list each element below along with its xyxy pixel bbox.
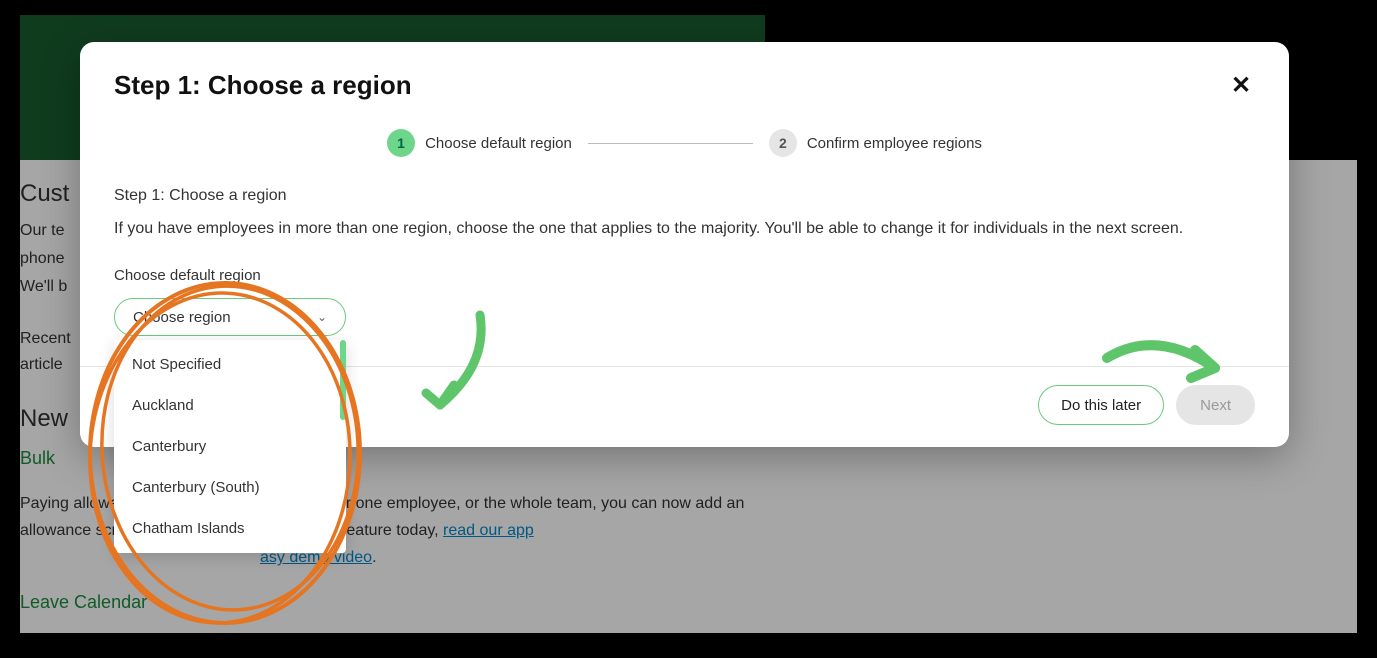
dropdown-scrollbar[interactable] [340, 340, 346, 420]
region-option-auckland[interactable]: Auckland [114, 385, 346, 426]
region-select-value: Choose region [133, 309, 231, 326]
region-option-canterbury[interactable]: Canterbury [114, 426, 346, 467]
step-connector [588, 143, 753, 144]
region-dropdown: Not Specified Auckland Canterbury Canter… [114, 340, 346, 553]
close-icon: ✕ [1231, 71, 1251, 100]
step-1: 1 Choose default region [387, 129, 572, 157]
stepper: 1 Choose default region 2 Confirm employ… [114, 129, 1255, 157]
modal-title: Step 1: Choose a region [114, 70, 412, 101]
field-label: Choose default region [114, 267, 1255, 284]
region-option-chatham[interactable]: Chatham Islands [114, 508, 346, 549]
next-button[interactable]: Next [1176, 385, 1255, 425]
step-2: 2 Confirm employee regions [769, 129, 982, 157]
modal-header: Step 1: Choose a region ✕ [114, 70, 1255, 101]
step-1-number: 1 [387, 129, 415, 157]
region-select-trigger[interactable]: Choose region ⌄ [114, 298, 346, 336]
region-modal: Step 1: Choose a region ✕ 1 Choose defau… [80, 42, 1289, 447]
step-subheading: Step 1: Choose a region [114, 187, 1255, 205]
region-option-canterbury-south[interactable]: Canterbury (South) [114, 467, 346, 508]
step-2-label: Confirm employee regions [807, 135, 982, 152]
chevron-down-icon: ⌄ [317, 310, 327, 324]
do-this-later-button[interactable]: Do this later [1038, 385, 1164, 425]
step-2-number: 2 [769, 129, 797, 157]
step-1-label: Choose default region [425, 135, 572, 152]
step-description: If you have employees in more than one r… [114, 217, 1255, 241]
close-button[interactable]: ✕ [1227, 72, 1255, 100]
region-option-not-specified[interactable]: Not Specified [114, 344, 346, 385]
region-select: Choose region ⌄ Not Specified Auckland C… [114, 298, 346, 336]
